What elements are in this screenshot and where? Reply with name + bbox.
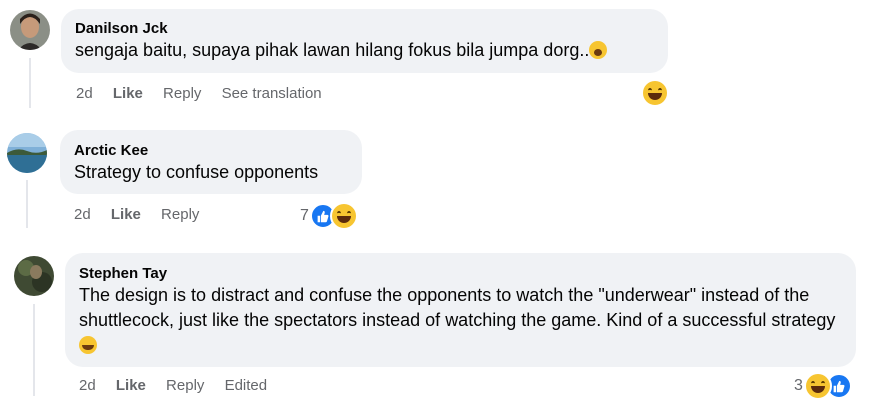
comment-bubble: Arctic Kee Strategy to confuse opponents bbox=[60, 130, 362, 194]
comment-actions: 2d Like Reply bbox=[74, 206, 215, 223]
avatar[interactable] bbox=[7, 133, 47, 173]
comment-bubble: Danilson Jck sengaja baitu, supaya pihak… bbox=[61, 9, 668, 73]
edited-label[interactable]: Edited bbox=[225, 377, 268, 394]
comment-bubble: Stephen Tay The design is to distract an… bbox=[65, 253, 856, 367]
reaction-summary[interactable] bbox=[641, 79, 669, 107]
like-button[interactable]: Like bbox=[116, 377, 146, 394]
thread-line bbox=[26, 180, 28, 228]
astonished-icon bbox=[589, 41, 608, 59]
comment-text-content: The design is to distract and confuse th… bbox=[79, 285, 836, 330]
comment-text: sengaja baitu, supaya pihak lawan hilang… bbox=[75, 38, 654, 63]
comment-timestamp[interactable]: 2d bbox=[74, 206, 91, 223]
comment-timestamp[interactable]: 2d bbox=[79, 377, 96, 394]
haha-reaction-icon bbox=[803, 372, 832, 400]
reaction-summary[interactable]: 3 bbox=[794, 372, 852, 400]
comment-timestamp[interactable]: 2d bbox=[76, 85, 93, 102]
comment-author[interactable]: Danilson Jck bbox=[75, 19, 654, 38]
comment-actions: 2d Like Reply See translation bbox=[76, 85, 338, 102]
haha-reaction-icon bbox=[329, 202, 358, 230]
reaction-summary[interactable]: 7 bbox=[300, 202, 358, 230]
see-translation-link[interactable]: See translation bbox=[222, 85, 322, 102]
comment-author[interactable]: Arctic Kee bbox=[74, 141, 348, 160]
avatar[interactable] bbox=[10, 10, 50, 50]
reply-button[interactable]: Reply bbox=[161, 206, 199, 223]
comment-text-content: sengaja baitu, supaya pihak lawan hilang… bbox=[75, 40, 590, 60]
reply-button[interactable]: Reply bbox=[166, 377, 204, 394]
laughing-icon bbox=[79, 336, 97, 354]
haha-reaction-icon bbox=[641, 79, 669, 107]
thread-line bbox=[29, 58, 31, 108]
comment-actions: 2d Like Reply Edited bbox=[79, 377, 283, 394]
comment-author[interactable]: Stephen Tay bbox=[79, 264, 842, 283]
like-button[interactable]: Like bbox=[111, 206, 141, 223]
avatar[interactable] bbox=[14, 256, 54, 296]
thread-line bbox=[33, 304, 35, 396]
reaction-count: 7 bbox=[300, 207, 309, 224]
comment-text: Strategy to confuse opponents bbox=[74, 162, 319, 182]
comment-text: The design is to distract and confuse th… bbox=[79, 283, 842, 358]
reaction-count: 3 bbox=[794, 377, 803, 394]
reply-button[interactable]: Reply bbox=[163, 85, 201, 102]
like-button[interactable]: Like bbox=[113, 85, 143, 102]
